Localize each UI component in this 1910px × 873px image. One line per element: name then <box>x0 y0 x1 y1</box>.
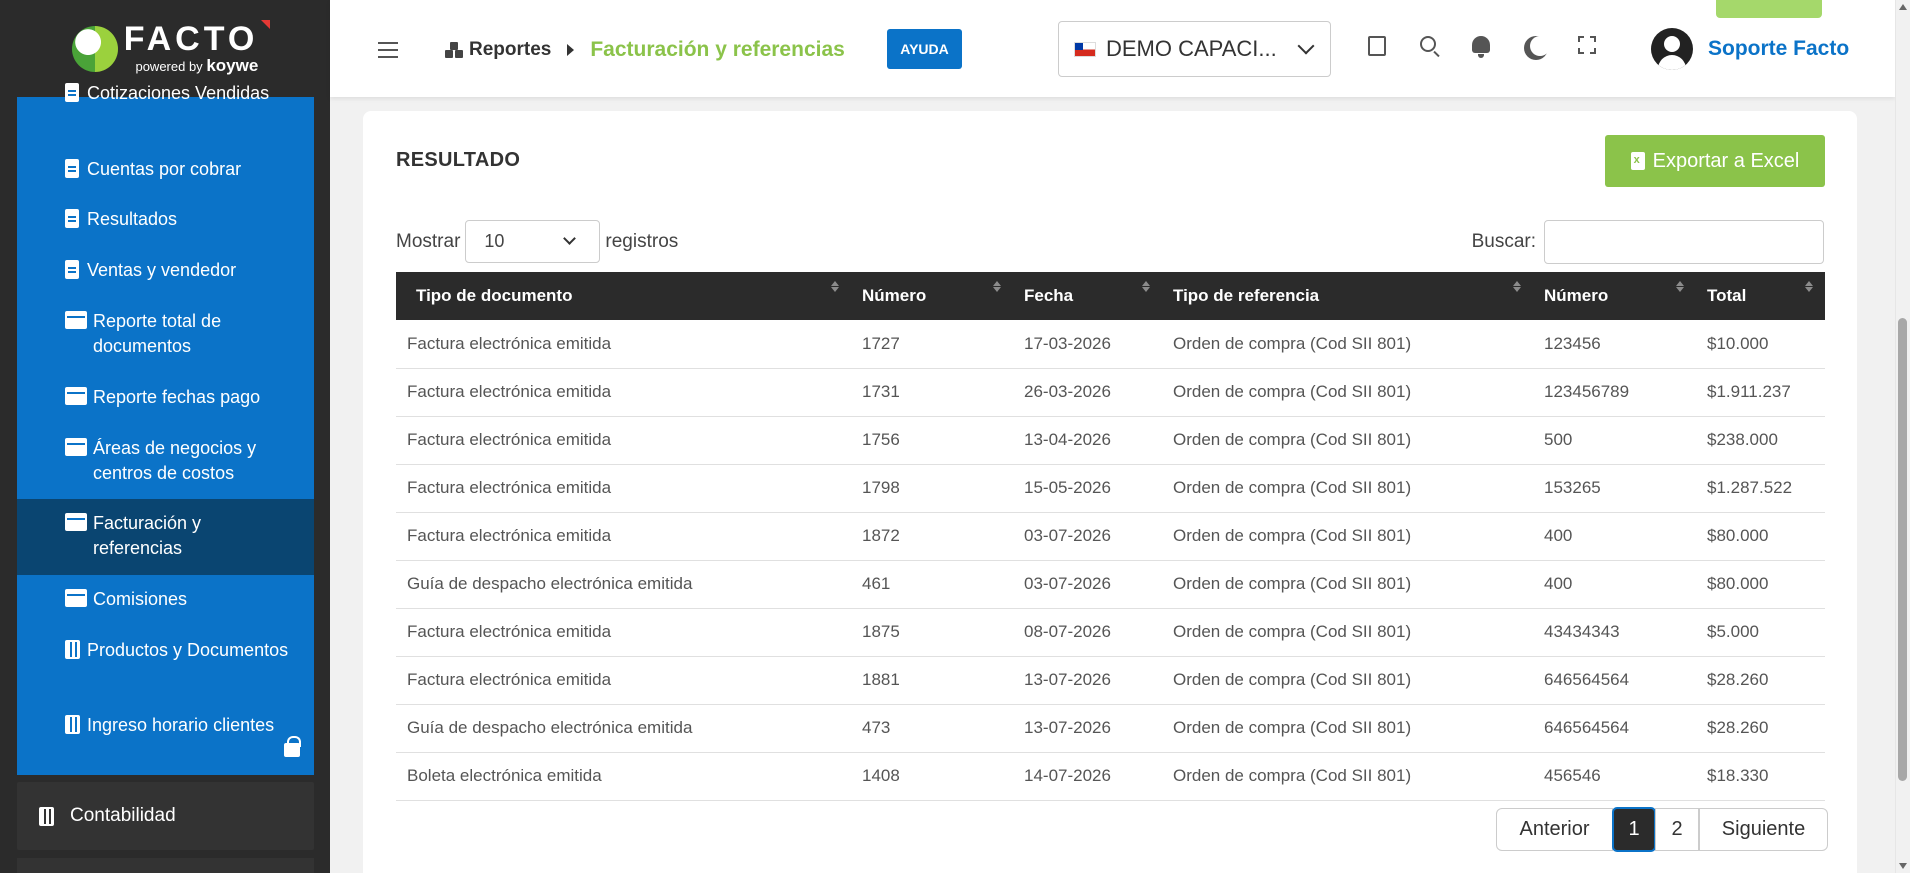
column-tipo-documento[interactable]: Tipo de documento <box>396 272 851 320</box>
hamburger-menu-icon[interactable] <box>378 42 398 58</box>
user-name[interactable]: Soporte Facto <box>1708 37 1849 61</box>
page-scrollbar[interactable] <box>1895 0 1910 873</box>
breadcrumb-separator-icon <box>567 44 575 56</box>
archive-icon <box>65 589 87 607</box>
company-selector[interactable]: DEMO CAPACI... <box>1058 21 1331 77</box>
result-title: RESULTADO <box>396 149 521 171</box>
pagination-next-button[interactable]: Siguiente <box>1699 808 1828 851</box>
logo-word: FACTO <box>124 19 271 56</box>
column-tipo-referencia[interactable]: Tipo de referencia <box>1162 272 1533 320</box>
document-icon <box>65 209 79 228</box>
document-icon <box>65 159 79 178</box>
sidebar-item-areas-negocios[interactable]: Áreas de negocios y centros de costos <box>17 436 314 486</box>
facto-logo-icon <box>71 25 118 72</box>
search-icon[interactable] <box>1420 36 1444 60</box>
sort-icon <box>993 281 1001 292</box>
sidebar-item-reporte-fechas-pago[interactable]: Reporte fechas pago <box>17 385 314 410</box>
dark-mode-moon-icon[interactable] <box>1526 36 1550 60</box>
sidebar-item-reporte-total-documentos[interactable]: Reporte total de documentos <box>17 309 314 359</box>
sidebar-item-ingreso-horario[interactable]: Ingreso horario clientes <box>17 713 314 757</box>
table-header-row: Tipo de documento Número Fecha Tipo de r… <box>396 272 1825 320</box>
sort-icon <box>1805 281 1813 292</box>
table-row[interactable]: Factura electrónica emitida 1798 15-05-202… <box>396 464 1825 512</box>
sidebar-item-ventas-y-vendedor[interactable]: Ventas y vendedor <box>17 258 314 283</box>
table-row[interactable]: Factura electrónica emitida 1875 08-07-202… <box>396 608 1825 656</box>
notifications-bell-icon[interactable] <box>1472 36 1496 60</box>
pagination-page-1[interactable]: 1 <box>1612 807 1656 852</box>
sidebar-item-productos-documentos[interactable]: Productos y Documentos <box>17 638 314 663</box>
breadcrumb-root[interactable]: Reportes <box>445 39 551 61</box>
sort-icon <box>1513 281 1521 292</box>
calculator-icon <box>65 715 80 734</box>
sidebar-item-facturacion-referencias[interactable]: Facturación y referencias <box>17 499 314 575</box>
archive-icon <box>65 438 87 456</box>
column-fecha[interactable]: Fecha <box>1013 272 1162 320</box>
table-row[interactable]: Factura electrónica emitida 1756 13-04-202… <box>396 416 1825 464</box>
calculator-icon <box>65 640 80 659</box>
document-icon <box>65 260 79 279</box>
edit-notes-icon[interactable] <box>1368 36 1392 60</box>
help-button[interactable]: AYUDA <box>887 29 962 69</box>
column-numero-referencia[interactable]: Número <box>1533 272 1696 320</box>
table-row[interactable]: Guía de despacho electrónica emitida 461 0… <box>396 560 1825 608</box>
page-length-select[interactable]: 10 <box>465 220 601 263</box>
export-excel-button[interactable]: Exportar a Excel <box>1605 135 1825 187</box>
sidebar-item-cuentas-por-cobrar[interactable]: Cuentas por cobrar <box>17 157 314 182</box>
result-card: RESULTADO Exportar a Excel Mostrar 10 re… <box>363 111 1857 873</box>
table-row[interactable]: Factura electrónica emitida 1731 26-03-202… <box>396 368 1825 416</box>
table-row[interactable]: Factura electrónica emitida 1872 03-07-202… <box>396 512 1825 560</box>
sort-icon <box>831 281 839 292</box>
scrollbar-thumb[interactable] <box>1898 318 1907 781</box>
fullscreen-icon[interactable] <box>1578 36 1602 60</box>
pagination: Anterior 1 2 Siguiente <box>1496 807 1828 852</box>
table-row[interactable]: Factura electrónica emitida 1727 17-03-202… <box>396 320 1825 368</box>
archive-icon <box>65 387 87 405</box>
header-green-tab <box>1716 0 1822 18</box>
table-search-input[interactable] <box>1544 220 1824 264</box>
sort-icon <box>1142 281 1150 292</box>
chile-flag-icon <box>1074 41 1096 57</box>
sidebar-section-next[interactable] <box>17 858 314 873</box>
breadcrumb-current: Facturación y referencias <box>590 38 845 61</box>
reports-submenu: Cotizaciones Vendidas Cuentas por cobrar… <box>17 83 314 775</box>
cubes-icon <box>445 42 463 58</box>
calculator-icon <box>39 806 54 826</box>
lock-icon <box>284 736 301 757</box>
table-search: Buscar: <box>1472 220 1824 264</box>
pagination-page-2[interactable]: 2 <box>1655 808 1699 851</box>
document-icon <box>65 83 79 102</box>
archive-icon <box>65 513 87 531</box>
sort-icon <box>1676 281 1684 292</box>
table-row[interactable]: Factura electrónica emitida 1881 13-07-202… <box>396 656 1825 704</box>
page-length-control: Mostrar 10 registros <box>396 220 678 263</box>
table-row[interactable]: Boleta electrónica emitida 1408 14-07-2026… <box>396 752 1825 800</box>
table-row[interactable]: Guía de despacho electrónica emitida 473 1… <box>396 704 1825 752</box>
scroll-up-arrow-icon[interactable] <box>1899 4 1907 10</box>
sidebar-item-comisiones[interactable]: Comisiones <box>17 587 314 612</box>
sidebar-item-cotizaciones-vendidas[interactable]: Cotizaciones Vendidas <box>17 81 314 106</box>
column-total[interactable]: Total <box>1696 272 1825 320</box>
scroll-down-arrow-icon[interactable] <box>1899 863 1907 869</box>
pagination-previous-button[interactable]: Anterior <box>1496 808 1613 851</box>
chevron-down-icon <box>1297 37 1315 55</box>
sidebar-section-contabilidad[interactable]: Contabilidad <box>17 782 314 850</box>
sidebar-item-resultados[interactable]: Resultados <box>17 207 314 232</box>
logo-powered: powered by koywe <box>135 55 259 75</box>
chevron-down-icon <box>563 232 577 245</box>
archive-icon <box>65 311 87 329</box>
breadcrumb: Reportes Facturación y referencias <box>445 38 845 62</box>
sidebar: FACTO powered by koywe Cotizaciones Vend… <box>0 0 330 873</box>
excel-file-icon <box>1630 152 1645 170</box>
column-numero[interactable]: Número <box>851 272 1013 320</box>
top-header: Reportes Facturación y referencias AYUDA… <box>330 0 1895 97</box>
user-avatar[interactable] <box>1651 28 1693 70</box>
results-table: Tipo de documento Número Fecha Tipo de r… <box>396 272 1825 801</box>
